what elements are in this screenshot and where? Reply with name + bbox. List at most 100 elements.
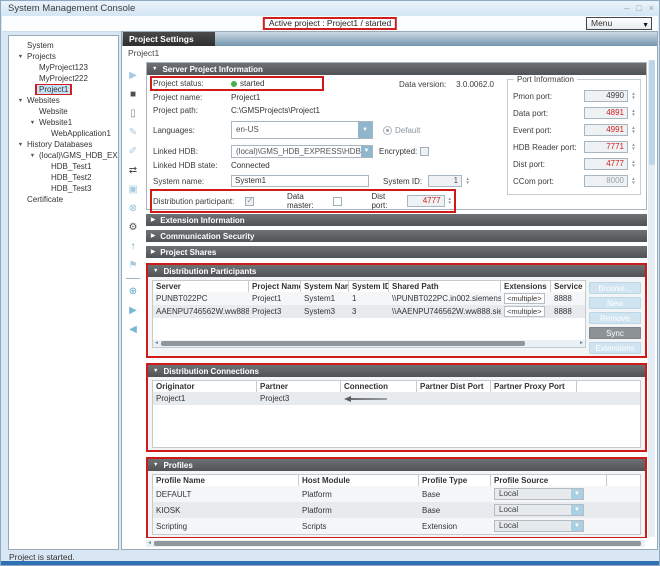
event-port-spinner[interactable]: ▲▼ [630,126,637,135]
system-name-input[interactable]: System1 [231,175,369,187]
browse-button[interactable]: Browse... [589,282,641,294]
pmon-port-spinner[interactable]: ▲▼ [630,92,637,101]
activate-icon[interactable]: ▶ [126,303,140,317]
connections-row-1[interactable]: Project1 Project3 [153,392,640,405]
section-header-project-shares[interactable]: ▶ Project Shares [146,246,647,258]
col-header-partner-dist-port[interactable]: Partner Dist Port [417,381,491,392]
col-header-originator[interactable]: Originator [153,381,257,392]
col-header-host-module[interactable]: Host Module [299,475,419,486]
tree-item-project1-selected[interactable]: Project1 [9,84,118,95]
data-port-spinner[interactable]: ▲▼ [630,109,637,118]
col-header-extensions[interactable]: Extensions [501,281,551,292]
expander[interactable]: ▼ [16,142,25,148]
default-language-radio[interactable] [383,126,392,135]
customize-project-icon[interactable]: ✎ [126,125,140,139]
tab-project-settings[interactable]: Project Settings [123,32,215,46]
minimize-icon[interactable]: – [624,2,629,14]
tree-item-hdb-test3[interactable]: HDB_Test3 [9,183,118,194]
stop-project-icon[interactable]: ■ [126,87,140,101]
dist-port-info-input[interactable]: 4777 [584,158,628,170]
languages-combobox[interactable]: en-US ▼ [231,121,373,139]
tree-item-myproject222[interactable]: MyProject222 [9,73,118,84]
tree-item-certificate[interactable]: Certificate [9,194,118,205]
distribution-participant-checkbox[interactable] [245,197,254,206]
tree-item-myproject123[interactable]: MyProject123 [9,62,118,73]
col-header-project-name[interactable]: Project Name [249,281,301,292]
pmon-port-input[interactable]: 4990 [584,90,628,102]
add-item-icon[interactable]: ⊕ [126,284,140,298]
new-button[interactable]: New [589,297,641,309]
col-header-system-id[interactable]: System ID [349,281,389,292]
chevron-down-icon[interactable]: ▼ [358,122,372,138]
chevron-down-icon[interactable]: ▼ [571,521,583,531]
tree-item-gms-hdb-express[interactable]: ▼(local)\GMS_HDB_EXPRESS [9,150,118,161]
new-project-icon[interactable]: ▯ [126,106,140,120]
rename-project-icon[interactable]: ✐ [126,144,140,158]
tree-item-websites[interactable]: ▼Websites [9,95,118,106]
sync-button[interactable]: Sync [589,327,641,339]
tree-item-website[interactable]: Website [9,106,118,117]
dist-port-spinner[interactable]: ▲▼ [447,197,454,206]
scroll-left-icon[interactable]: ◄ [154,340,159,347]
ccom-port-spinner[interactable]: ▲▼ [630,177,637,186]
chevron-down-icon[interactable]: ▼ [571,489,583,499]
cell-extensions-dropdown[interactable]: <multiple> [504,306,545,317]
expander[interactable]: ▼ [28,153,37,159]
col-header-partner[interactable]: Partner [257,381,341,392]
main-h-scrollbar[interactable]: ◄ [146,540,645,547]
tree-item-hdb-test1[interactable]: HDB_Test1 [9,161,118,172]
dist-port-input[interactable]: 4777 [407,195,445,207]
close-icon[interactable]: × [649,2,654,14]
maximize-icon[interactable]: □ [636,2,641,14]
chevron-down-icon[interactable]: ▼ [361,146,372,157]
col-header-service-port[interactable]: Service P [551,281,585,292]
profiles-row-2[interactable]: KIOSK Platform Base Local▼ [153,502,640,518]
profiles-row-1[interactable]: DEFAULT Platform Base Local▼ [153,486,640,502]
section-header-extension-information[interactable]: ▶ Extension Information [146,214,647,226]
system-id-input[interactable]: 1 [428,175,462,187]
profile-source-combobox[interactable]: Local▼ [494,520,584,532]
participants-h-scrollbar[interactable]: ◄ ► [153,340,585,347]
section-header-distribution-connections[interactable]: ▼ Distribution Connections [148,365,645,377]
expander[interactable]: ▼ [28,120,37,126]
menu-dropdown[interactable]: Menu ▼ [586,17,652,30]
distribution-icon[interactable]: ⚙ [126,220,140,234]
cell-extensions-dropdown[interactable]: <multiple> [504,293,545,304]
start-project-icon[interactable]: ▶ [126,68,140,82]
col-header-profile-source[interactable]: Profile Source [491,475,607,486]
extensions-button[interactable]: Extensions [589,342,641,354]
scroll-left-icon[interactable]: ◄ [147,540,152,547]
profile-source-combobox[interactable]: Local▼ [494,488,584,500]
hdb-reader-port-input[interactable]: 7771 [584,141,628,153]
deactivate-icon[interactable]: ◀ [126,322,140,336]
scroll-right-icon[interactable]: ► [579,340,584,347]
tree-item-projects[interactable]: ▼Projects [9,51,118,62]
profiles-row-3[interactable]: Scripting Scripts Extension Local▼ [153,518,640,534]
encrypted-checkbox[interactable] [420,147,429,156]
section-header-communication-security[interactable]: ▶ Communication Security [146,230,647,242]
col-header-profile-type[interactable]: Profile Type [419,475,491,486]
col-header-profile-name[interactable]: Profile Name [153,475,299,486]
tree-item-system[interactable]: System [9,40,118,51]
linked-hdb-combobox[interactable]: (local)\GMS_HDB_EXPRESS\HDB_1 ▼ [231,145,373,158]
col-header-connection[interactable]: Connection [341,381,417,392]
col-header-system-name[interactable]: System Name [301,281,349,292]
pin-project-icon[interactable]: ⚑ [126,258,140,272]
system-id-spinner[interactable]: ▲▼ [464,177,471,186]
chevron-down-icon[interactable]: ▼ [571,505,583,515]
hdb-reader-port-spinner[interactable]: ▲▼ [630,143,637,152]
col-header-server[interactable]: Server [153,281,249,292]
settings-v-scrollbar[interactable] [648,60,655,537]
profile-source-combobox[interactable]: Local▼ [494,504,584,516]
section-header-profiles[interactable]: ▼ Profiles [148,459,645,471]
remove-button[interactable]: Remove [589,312,641,324]
participants-row-2[interactable]: AAENPU746562W.ww888 Project3 System3 3 \… [153,305,585,318]
participants-row-1[interactable]: PUNBT022PC Project1 System1 1 \\PUNBT022… [153,292,585,305]
upgrade-project-icon[interactable]: ↑ [126,239,140,253]
data-master-checkbox[interactable] [333,197,342,206]
col-header-shared-path[interactable]: Shared Path [389,281,501,292]
dist-port-info-spinner[interactable]: ▲▼ [630,160,637,169]
data-port-input[interactable]: 4891 [584,107,628,119]
expander[interactable]: ▼ [16,98,25,104]
delete-project-icon[interactable]: ⊗ [126,201,140,215]
